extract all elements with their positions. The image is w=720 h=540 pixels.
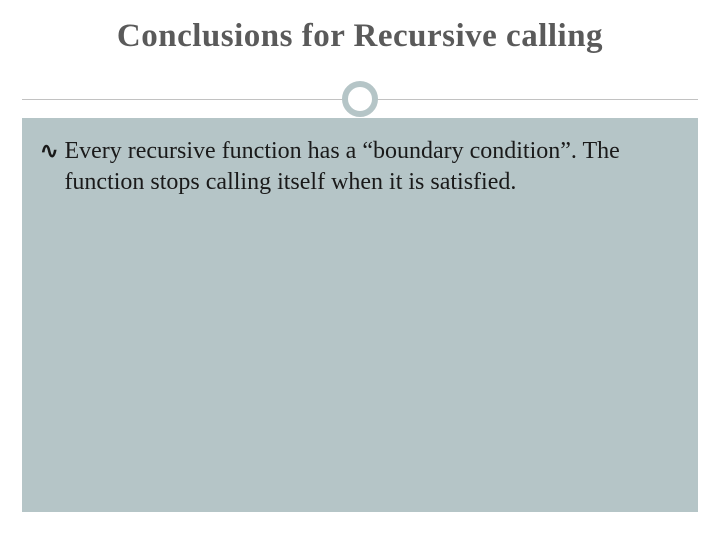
list-item: ∿ Every recursive function has a “bounda… <box>40 136 680 197</box>
title-area: Conclusions for Recursive calling <box>0 0 720 55</box>
slide: Conclusions for Recursive calling ∿ Ever… <box>0 0 720 540</box>
slide-title: Conclusions for Recursive calling <box>117 18 603 55</box>
curl-bullet-icon: ∿ <box>40 136 58 166</box>
content-panel: ∿ Every recursive function has a “bounda… <box>22 118 698 512</box>
title-divider <box>0 81 720 117</box>
divider-circle-icon <box>342 81 378 117</box>
bullet-text: Every recursive function has a “boundary… <box>64 136 680 197</box>
